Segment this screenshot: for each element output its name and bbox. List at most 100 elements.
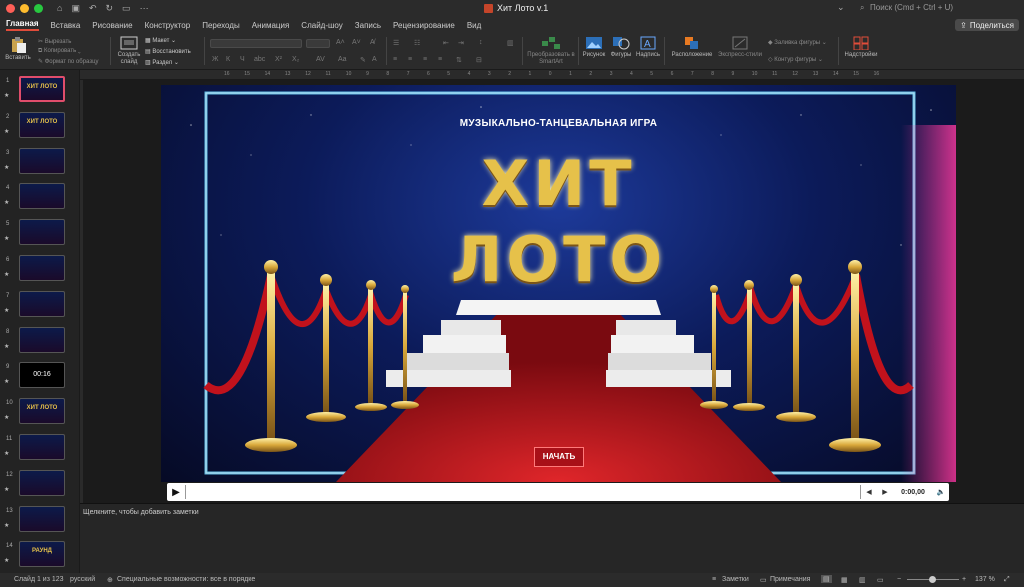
start-button[interactable]: НАЧАТЬ (534, 447, 584, 467)
slide-thumbnail[interactable]: 4 ★ (0, 181, 79, 215)
align-left-icon[interactable]: ≡ (393, 56, 397, 63)
quick-styles-button[interactable]: Экспресс-стили (716, 36, 764, 58)
numbering-icon[interactable]: ☷ (414, 39, 420, 47)
slide-thumbnail-pane[interactable]: 1 ★ ХИТ ЛОТО 2 ★ ХИТ ЛОТО 3 ★ 4 ★ 5 ★ 6 ★ 7 ★ 8 ★ 9 ★ 00:16 1… (0, 70, 80, 573)
increase-font-icon[interactable]: A˄ (336, 39, 345, 46)
zoom-window-button[interactable] (34, 4, 43, 13)
share-button[interactable]: ⇪ Поделиться (955, 19, 1019, 31)
slide-thumbnail[interactable]: 8 ★ (0, 325, 79, 359)
layout-button[interactable]: ▦ Макет ⌄ (145, 37, 176, 44)
italic-icon[interactable]: К (226, 56, 230, 63)
smartart-button[interactable]: Преобразовать в SmartArt (526, 36, 576, 66)
addins-button[interactable]: Надстройки (842, 36, 880, 58)
shape-outline-button[interactable]: ◇ Контур фигуры ⌄ (768, 56, 823, 63)
font-size-select[interactable] (306, 39, 330, 48)
slideshow-view-icon[interactable]: ▭ (877, 576, 884, 584)
normal-view-icon[interactable]: ▤ (821, 575, 832, 583)
slide-subtitle[interactable]: МУЗЫКАЛЬНО-ТАНЦЕВАЛЬНАЯ ИГРА (161, 118, 956, 129)
new-slide-button[interactable]: Создать слайд (115, 36, 143, 66)
decrease-font-icon[interactable]: A˅ (352, 39, 361, 46)
overflow-icon[interactable]: ⌄ (837, 2, 845, 13)
slide-thumbnail[interactable]: 12 ★ (0, 468, 79, 502)
tab-animations[interactable]: Анимация (252, 21, 290, 30)
cut-button[interactable]: ✂ Вырезать (38, 38, 71, 45)
redo-icon[interactable]: ↻ (106, 3, 114, 14)
font-color-icon[interactable]: A (372, 56, 377, 63)
search-input[interactable]: Поиск (Cmd + Ctrl + U) (870, 3, 953, 12)
increase-indent-icon[interactable]: ⇥ (458, 39, 464, 47)
slide-thumbnail[interactable]: 5 ★ (0, 217, 79, 251)
home-icon[interactable]: ⌂ (57, 3, 62, 14)
bullets-icon[interactable]: ☰ (393, 39, 399, 47)
slide-thumbnail[interactable]: 2 ★ ХИТ ЛОТО (0, 110, 79, 144)
decrease-indent-icon[interactable]: ⇤ (443, 39, 449, 47)
underline-icon[interactable]: Ч (240, 56, 245, 63)
notes-pane[interactable]: Щелкните, чтобы добавить заметки (80, 503, 1024, 573)
tab-view[interactable]: Вид (467, 21, 481, 30)
slide-thumbnail[interactable]: 1 ★ ХИТ ЛОТО (0, 74, 79, 108)
tab-draw[interactable]: Рисование (92, 21, 132, 30)
align-right-icon[interactable]: ≡ (423, 56, 427, 63)
media-progress-track[interactable] (185, 485, 861, 499)
slide-thumbnail[interactable]: 9 ★ 00:16 (0, 360, 79, 394)
slide-thumbnail[interactable]: 11 ★ (0, 432, 79, 466)
picture-button[interactable]: Рисунок (582, 36, 606, 58)
line-spacing-icon[interactable]: ↕ (479, 39, 483, 46)
zoom-slider-thumb[interactable] (929, 576, 936, 583)
slide-thumbnail[interactable]: 10 ★ ХИТ ЛОТО (0, 396, 79, 430)
comments-toggle-button[interactable]: Примечания (770, 576, 810, 583)
bold-icon[interactable]: Ж (212, 56, 218, 63)
tab-home[interactable]: Главная (6, 19, 39, 31)
tab-record[interactable]: Запись (355, 21, 381, 30)
slide-thumbnail[interactable]: 3 ★ (0, 146, 79, 180)
arrange-button[interactable]: Расположение (670, 36, 714, 58)
zoom-out-icon[interactable]: − (897, 576, 901, 583)
justify-icon[interactable]: ≡ (438, 56, 442, 63)
tab-design[interactable]: Конструктор (145, 21, 191, 30)
slideshow-icon[interactable]: ▭ (122, 3, 131, 14)
reset-button[interactable]: ▤ Восстановить (145, 48, 191, 55)
char-spacing-icon[interactable]: AV (316, 56, 325, 63)
close-window-button[interactable] (6, 4, 15, 13)
align-center-icon[interactable]: ≡ (408, 56, 412, 63)
notes-placeholder[interactable]: Щелкните, чтобы добавить заметки (83, 509, 199, 516)
reading-view-icon[interactable]: ▥ (859, 576, 866, 584)
slide-canvas[interactable]: МУЗЫКАЛЬНО-ТАНЦЕВАЛЬНАЯ ИГРА ХИТ ЛОТО НА… (83, 80, 1024, 503)
change-case-icon[interactable]: Aa (338, 56, 347, 63)
highlight-icon[interactable]: ✎ (360, 56, 366, 64)
save-icon[interactable]: ▣ (71, 3, 80, 14)
minimize-window-button[interactable] (20, 4, 29, 13)
section-button[interactable]: ▥ Раздел ⌄ (145, 59, 179, 66)
slide-thumbnail[interactable]: 13 ★ (0, 504, 79, 538)
tab-transitions[interactable]: Переходы (202, 21, 240, 30)
slide-title-line1[interactable]: ХИТ (161, 147, 956, 220)
copy-button[interactable]: ⧉ Копировать ⌄ (38, 48, 81, 55)
undo-icon[interactable]: ↶ (89, 3, 97, 14)
slide-thumbnail[interactable]: 14 ★ РАУНД (0, 539, 79, 573)
fit-window-icon[interactable]: ⤢ (1004, 576, 1010, 584)
slide-thumbnail[interactable]: 7 ★ (0, 289, 79, 323)
language-indicator[interactable]: русский (70, 576, 95, 583)
shapes-button[interactable]: Фигуры (608, 36, 634, 58)
format-painter-button[interactable]: ✎ Формат по образцу (38, 58, 99, 65)
paste-button[interactable]: Вставить (4, 36, 32, 61)
zoom-level[interactable]: 137 % (975, 576, 995, 583)
tab-review[interactable]: Рецензирование (393, 21, 455, 30)
more-icon[interactable]: ⋯ (140, 3, 149, 14)
slide-title-line2[interactable]: ЛОТО (161, 223, 956, 296)
tab-insert[interactable]: Вставка (51, 21, 81, 30)
textbox-button[interactable]: A Надпись (636, 36, 660, 58)
rewind-icon[interactable]: ◀ (861, 488, 877, 496)
align-text-icon[interactable]: ⊟ (476, 56, 482, 64)
slide[interactable]: МУЗЫКАЛЬНО-ТАНЦЕВАЛЬНАЯ ИГРА ХИТ ЛОТО НА… (161, 85, 956, 482)
play-icon[interactable]: ▶ (167, 487, 185, 498)
notes-toggle-button[interactable]: Заметки (722, 576, 749, 583)
strikethrough-icon[interactable]: abc (254, 56, 265, 63)
accessibility-status[interactable]: Специальные возможности: все в порядке (117, 576, 255, 583)
superscript-icon[interactable]: X² (275, 56, 282, 63)
slide-thumbnail[interactable]: 6 ★ (0, 253, 79, 287)
clear-format-icon[interactable]: A̸ (370, 39, 375, 46)
tab-slideshow[interactable]: Слайд-шоу (301, 21, 342, 30)
zoom-in-icon[interactable]: + (962, 576, 966, 583)
shape-fill-button[interactable]: ◆ Заливка фигуры ⌄ (768, 39, 827, 46)
